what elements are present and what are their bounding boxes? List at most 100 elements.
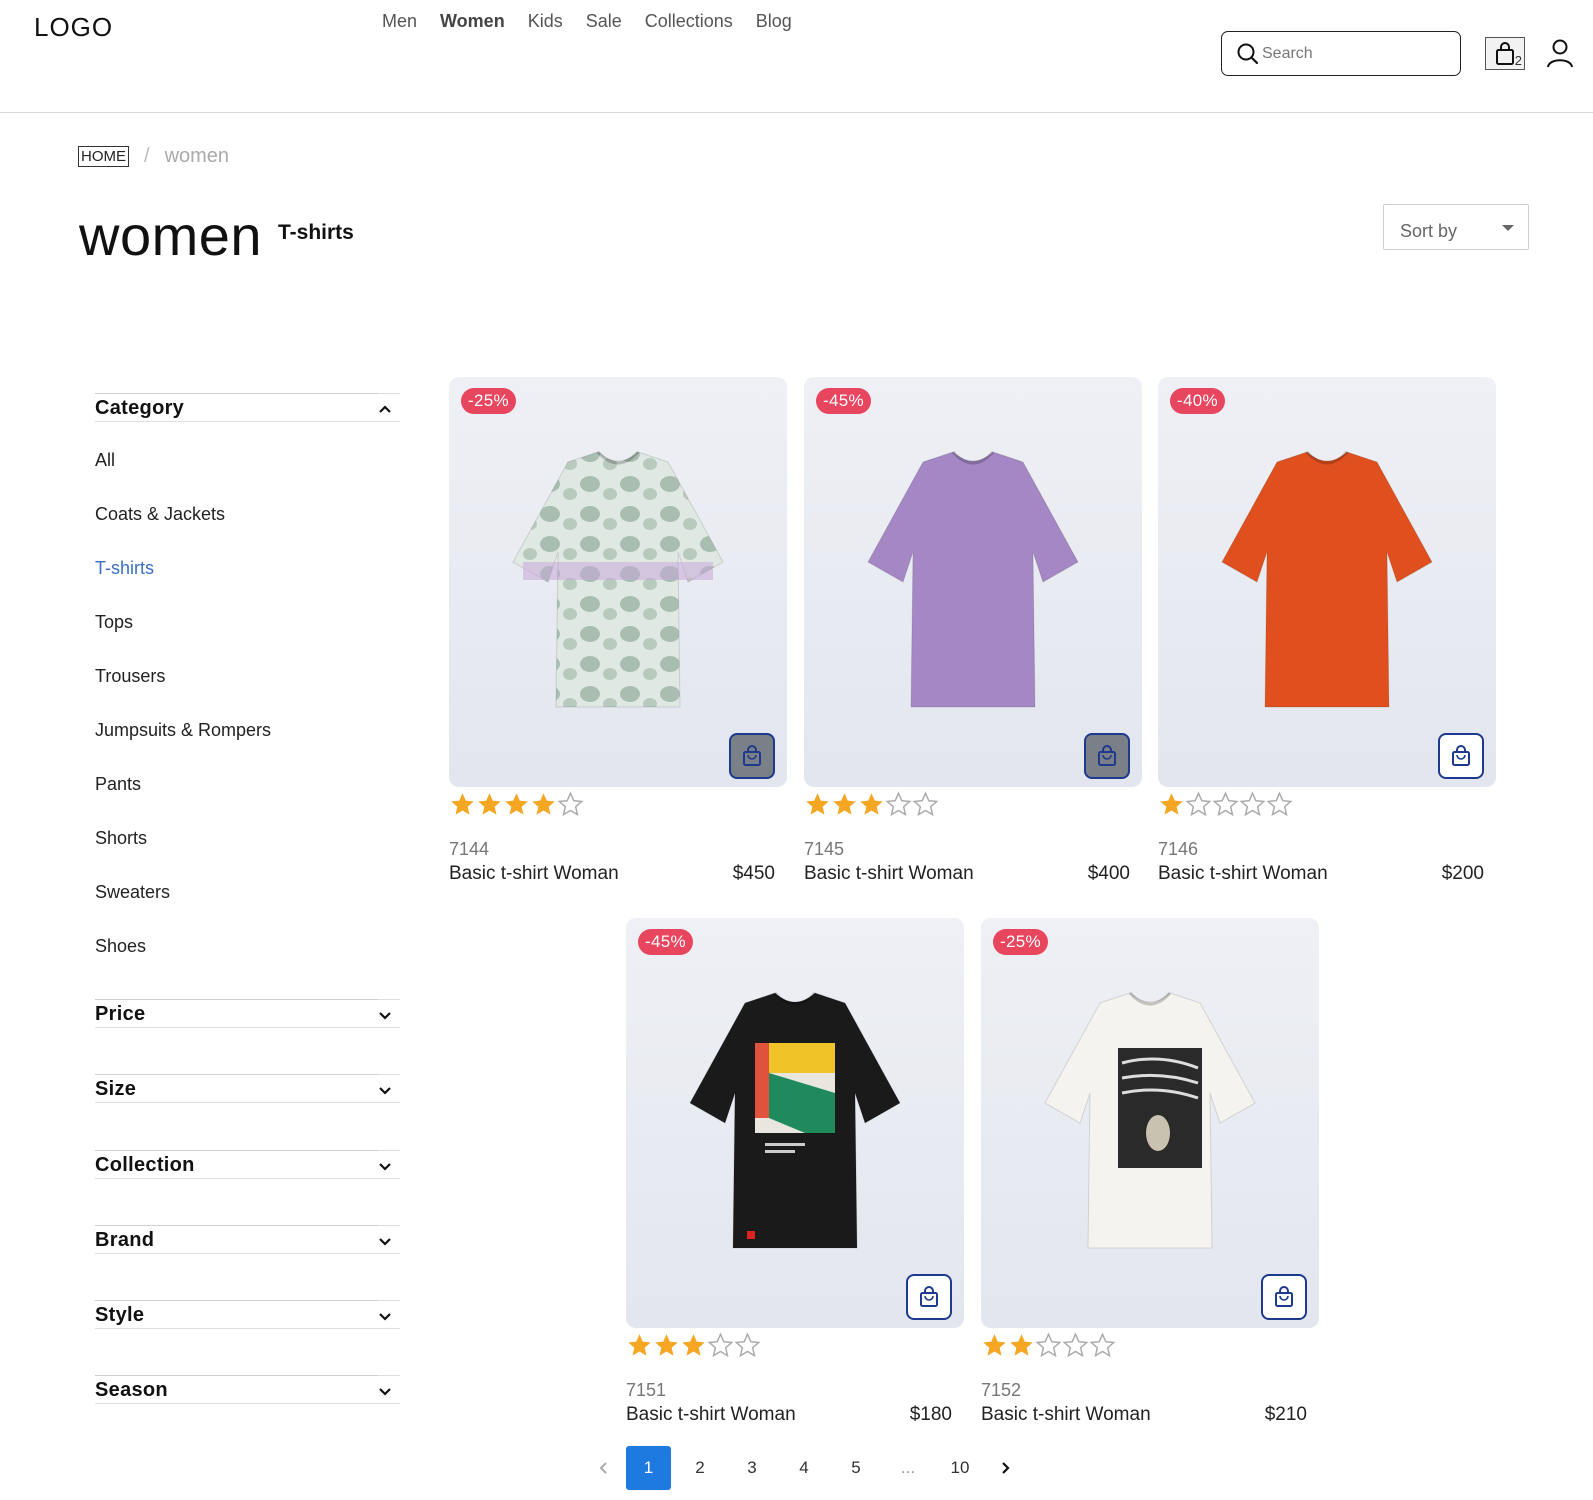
category-item-shorts[interactable]: Shorts [95, 818, 405, 872]
product-price: $210 [1264, 1404, 1307, 1425]
product-sku: 7146 [1158, 839, 1199, 859]
sort-dropdown[interactable]: Sort by [1383, 204, 1529, 250]
page-button-1[interactable]: 1 [626, 1446, 671, 1490]
nav-item-kids[interactable]: Kids [528, 11, 563, 32]
product-price: $450 [732, 863, 775, 884]
filter-sidebar: Category All Coats & Jackets T-shirts To… [95, 393, 405, 1404]
breadcrumb-home[interactable]: HOME [78, 146, 129, 167]
product-image[interactable]: -25% [981, 918, 1319, 1328]
star-empty-icon [1239, 791, 1266, 817]
star-empty-icon [734, 1332, 761, 1358]
add-to-cart-button[interactable] [1084, 733, 1130, 779]
chevron-down-icon [379, 1313, 391, 1321]
product-name: Basic t-shirt Woman [804, 863, 974, 884]
discount-badge: -25% [461, 388, 516, 414]
add-to-cart-button[interactable] [1261, 1274, 1307, 1320]
user-icon[interactable] [1546, 38, 1574, 68]
product-card[interactable]: -25% 7144 Basic t-shirt Woman $450 [449, 377, 787, 884]
chevron-down-icon [379, 1163, 391, 1171]
filter-header-style[interactable]: Style [95, 1300, 400, 1329]
page-button-2[interactable]: 2 [674, 1446, 726, 1490]
filter-title: Season [95, 1379, 168, 1401]
product-card[interactable]: -40% 7146 Basic t-shirt Woman $200 [1158, 377, 1496, 884]
filter-header-season[interactable]: Season [95, 1375, 400, 1404]
star-empty-icon [1062, 1332, 1089, 1358]
page-button-5[interactable]: 5 [830, 1446, 882, 1490]
discount-badge: -45% [816, 388, 871, 414]
next-page-button[interactable] [986, 1446, 1024, 1490]
product-image[interactable]: -45% [804, 377, 1142, 787]
star-filled-icon [451, 793, 474, 815]
site-logo[interactable]: LOGO [34, 12, 113, 43]
page-button-3[interactable]: 3 [726, 1446, 778, 1490]
filter-header-collection[interactable]: Collection [95, 1150, 400, 1179]
category-item-jumpsuits-rompers[interactable]: Jumpsuits & Rompers [95, 710, 405, 764]
chevron-down-icon [379, 1388, 391, 1396]
rating-stars [804, 791, 939, 818]
category-item-sweaters[interactable]: Sweaters [95, 872, 405, 926]
search-box [1221, 31, 1461, 76]
shopping-bag-icon [1452, 745, 1470, 766]
star-empty-icon [707, 1332, 734, 1358]
add-to-cart-button[interactable] [906, 1274, 952, 1320]
caret-down-icon [1502, 225, 1514, 231]
star-filled-icon [532, 793, 555, 815]
category-item-tshirts[interactable]: T-shirts [95, 548, 405, 602]
star-empty-icon [1185, 791, 1212, 817]
discount-badge: -40% [1170, 388, 1225, 414]
star-empty-icon [1035, 1332, 1062, 1358]
filter-header-size[interactable]: Size [95, 1074, 400, 1103]
product-price: $200 [1441, 863, 1484, 884]
category-item-tops[interactable]: Tops [95, 602, 405, 656]
category-list: All Coats & Jackets T-shirts Tops Trouse… [95, 440, 405, 980]
nav-item-men[interactable]: Men [382, 11, 417, 32]
prev-page-button[interactable] [585, 1446, 623, 1490]
product-card[interactable]: -45% 7145 Basic t-shirt Woman $400 [804, 377, 1142, 884]
chevron-down-icon [379, 1087, 391, 1095]
star-filled-icon [655, 1334, 678, 1356]
star-filled-icon [628, 1334, 651, 1356]
category-item-coats-jackets[interactable]: Coats & Jackets [95, 494, 405, 548]
page-button-4[interactable]: 4 [778, 1446, 830, 1490]
filter-header-price[interactable]: Price [95, 999, 400, 1028]
filter-header-category[interactable]: Category [95, 393, 400, 422]
star-empty-icon [1089, 1332, 1116, 1358]
category-item-trousers[interactable]: Trousers [95, 656, 405, 710]
star-empty-icon [885, 791, 912, 817]
star-empty-icon [557, 791, 584, 817]
category-item-all[interactable]: All [95, 440, 405, 494]
filter-title: Collection [95, 1154, 195, 1176]
filter-title: Size [95, 1078, 137, 1100]
product-card[interactable]: -45% 7151 Basic t-shirt Woman $180 [626, 918, 964, 1425]
add-to-cart-button[interactable] [729, 733, 775, 779]
star-filled-icon [1160, 793, 1183, 815]
nav-item-sale[interactable]: Sale [586, 11, 622, 32]
shopping-bag-icon [1275, 1286, 1293, 1307]
category-item-pants[interactable]: Pants [95, 764, 405, 818]
filter-title: Category [95, 397, 185, 419]
page-button-10[interactable]: 10 [934, 1446, 986, 1490]
page-title: women [79, 204, 263, 267]
nav-item-women[interactable]: Women [440, 11, 505, 32]
product-image[interactable]: -25% [449, 377, 787, 787]
search-input[interactable] [1262, 44, 1442, 63]
nav-item-blog[interactable]: Blog [756, 11, 792, 32]
star-filled-icon [505, 793, 528, 815]
chevron-left-icon [599, 1462, 607, 1474]
search-icon[interactable] [1236, 42, 1260, 66]
filter-header-brand[interactable]: Brand [95, 1225, 400, 1254]
category-item-shoes[interactable]: Shoes [95, 926, 405, 980]
page-subtitle: T-shirts [278, 221, 354, 244]
product-sku: 7151 [626, 1380, 667, 1400]
product-image[interactable]: -45% [626, 918, 964, 1328]
product-card[interactable]: -25% 7152 Basic t-shirt Woman $210 [981, 918, 1319, 1425]
cart-button[interactable]: 2 [1485, 37, 1525, 70]
add-to-cart-button[interactable] [1438, 733, 1484, 779]
t-shirt-image [1221, 450, 1433, 708]
product-name: Basic t-shirt Woman [449, 863, 619, 884]
star-filled-icon [833, 793, 856, 815]
product-image[interactable]: -40% [1158, 377, 1496, 787]
breadcrumb-current: women [164, 145, 230, 167]
site-header: LOGO Men Women Kids Sale Collections Blo… [0, 0, 1593, 113]
nav-item-collections[interactable]: Collections [645, 11, 733, 32]
